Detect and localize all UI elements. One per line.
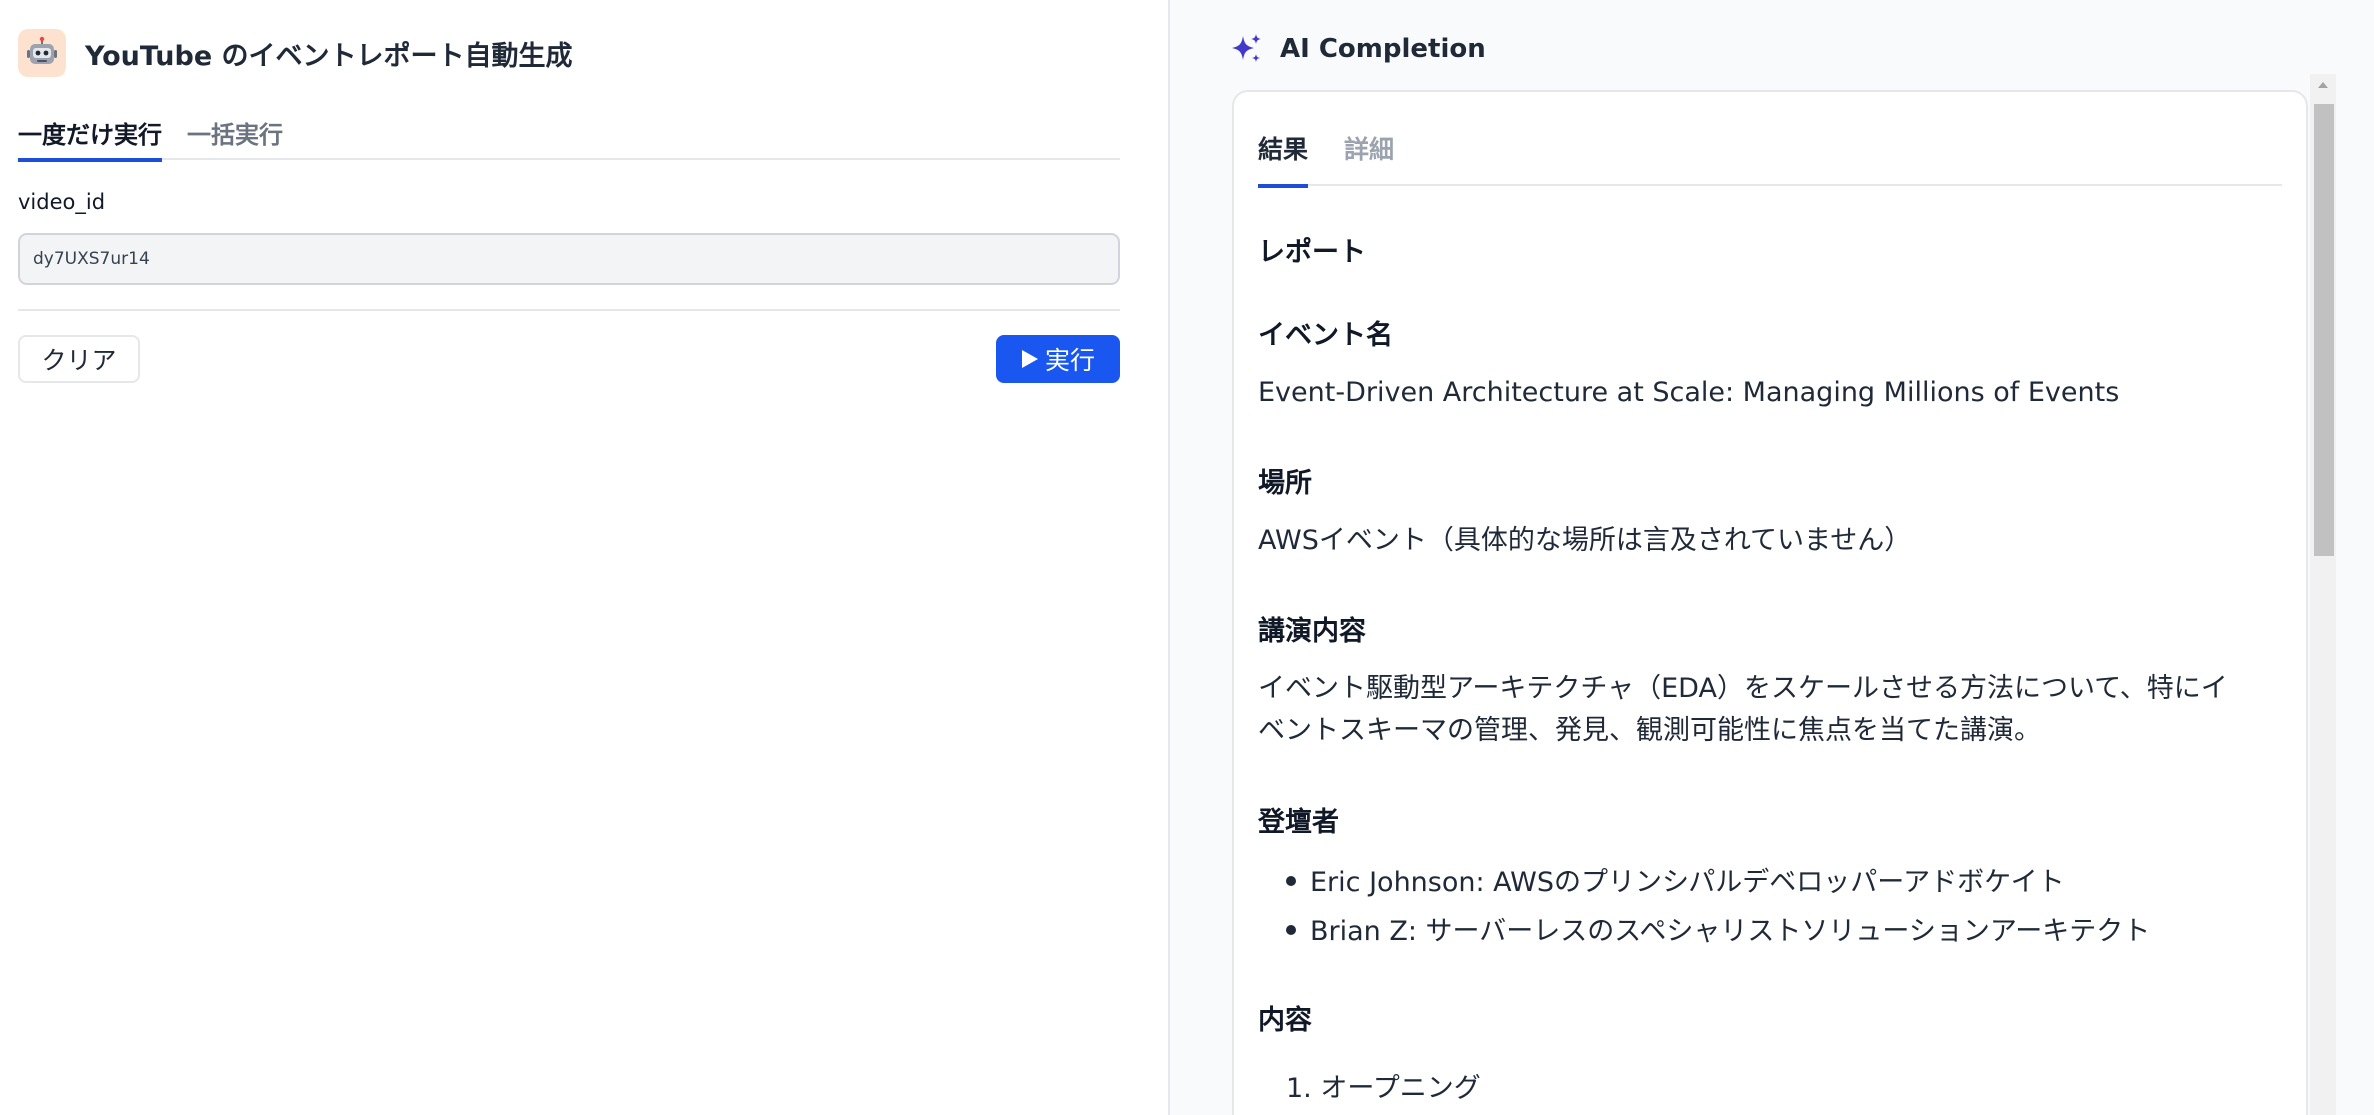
scrollbar[interactable] (2310, 74, 2336, 1115)
place-heading: 場所 (1258, 468, 1312, 499)
clear-button[interactable]: クリア (18, 335, 140, 383)
place-text: AWSイベント（具体的な場所は言及されていません） (1258, 525, 1912, 556)
speaker-item: Eric Johnson: AWSのプリンシパルデベロッパーアドボケイト (1286, 860, 2065, 899)
scroll-thumb[interactable] (2314, 104, 2334, 556)
video-id-input[interactable] (18, 233, 1120, 285)
run-mode-tabs: 一度だけ実行 一括実行 (18, 112, 1120, 162)
left-panel: YouTube のイベントレポート自動生成 一度だけ実行 一括実行 video_… (0, 0, 1168, 1115)
sparkles-icon (1232, 34, 1261, 62)
speaker-text: Brian Z: サーバーレスのスペシャリストソリューションアーキテクト (1310, 916, 2151, 947)
event-name-text: Event-Driven Architecture at Scale: Mana… (1258, 377, 2120, 408)
content-heading: 講演内容 (1258, 616, 1366, 647)
speaker-item: Brian Z: サーバーレスのスペシャリストソリューションアーキテクト (1286, 909, 2150, 948)
tab-run-once[interactable]: 一度だけ実行 (18, 112, 162, 162)
play-icon (1021, 350, 1038, 368)
bullet (1286, 875, 1296, 886)
app-title: YouTube のイベントレポート自動生成 (85, 40, 573, 72)
run-button[interactable]: 実行 (996, 335, 1120, 383)
content-text-line1: イベント駆動型アーキテクチャ（EDA）をスケールさせる方法について、特にイ (1258, 673, 2228, 704)
speakers-heading: 登壇者 (1258, 807, 1339, 838)
agenda-item: 1. オープニング (1286, 1073, 1481, 1104)
result-tabs: 結果 詳細 (1258, 130, 2282, 188)
robot-icon (18, 29, 66, 77)
bullet (1286, 924, 1296, 935)
tab-batch-run[interactable]: 一括実行 (187, 112, 283, 160)
form-divider (18, 309, 1120, 311)
ai-header: AI Completion (1230, 32, 1486, 66)
video-id-label: video_id (18, 190, 106, 214)
ai-completion-panel: AI Completion 結果 詳細 レポート イベント名 Event-Dri… (1168, 0, 2374, 1115)
tab-details[interactable]: 詳細 (1344, 130, 1394, 186)
result-card: 結果 詳細 レポート イベント名 Event-Driven Architectu… (1232, 90, 2308, 1115)
run-button-label: 実行 (1044, 346, 1095, 375)
speaker-text: Eric Johnson: AWSのプリンシパルデベロッパーアドボケイト (1310, 867, 2065, 898)
content-text-line2: ベントスキーマの管理、発見、観測可能性に焦点を当てた講演。 (1258, 715, 2041, 746)
agenda-heading: 内容 (1258, 1005, 1312, 1036)
report-heading: レポート (1258, 237, 1366, 268)
app-header: YouTube のイベントレポート自動生成 (18, 28, 573, 78)
scroll-up-arrow-icon[interactable] (2310, 74, 2336, 96)
tab-result[interactable]: 結果 (1258, 130, 1309, 188)
event-name-heading: イベント名 (1258, 320, 1393, 351)
ai-completion-title: AI Completion (1280, 34, 1486, 64)
